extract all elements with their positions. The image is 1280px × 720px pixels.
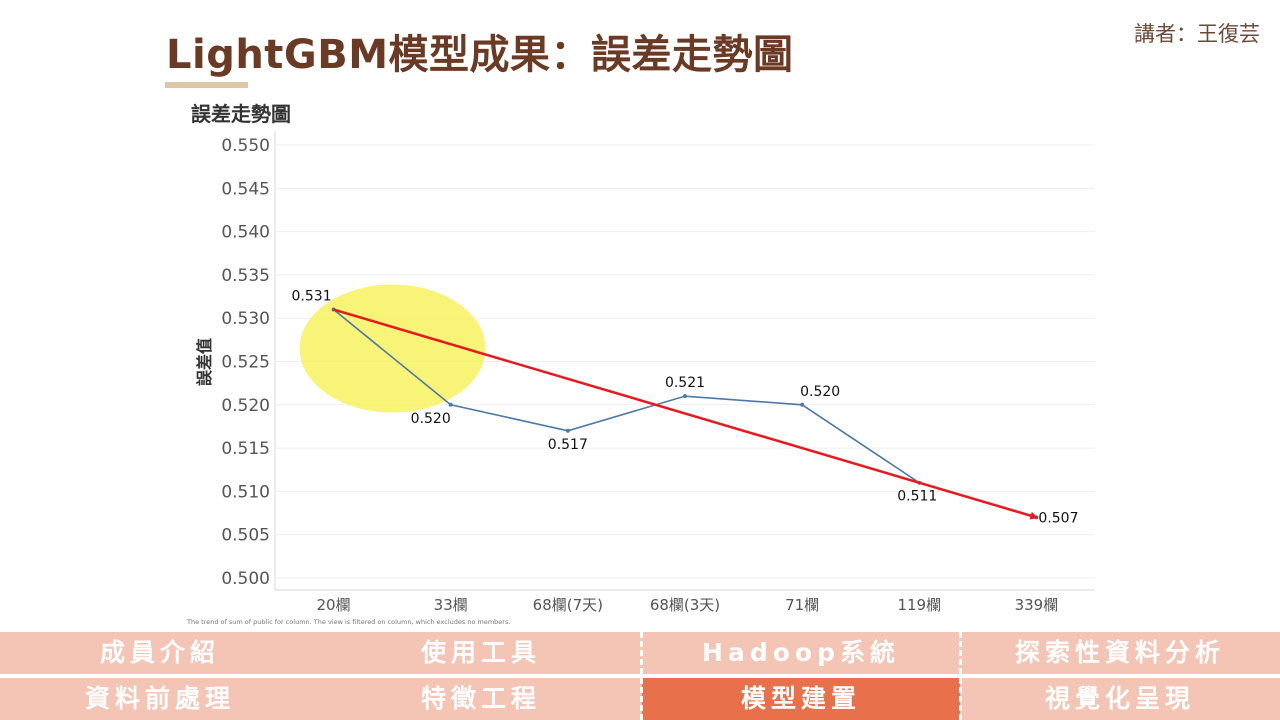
data-point [683,394,687,399]
x-tick-label: 33欄 [434,596,468,614]
data-label: 0.511 [897,489,937,505]
x-tick-label: 71欄 [785,596,819,614]
data-label: 0.520 [800,384,840,400]
data-label: 0.520 [411,411,451,427]
nav-item-bottom-2[interactable]: 特徵工程 [320,678,642,720]
data-label: 0.521 [665,375,705,391]
data-point [800,402,805,407]
x-tick-label: 68欄(7天) [533,596,603,614]
y-tick-label: 0.525 [221,353,270,373]
data-label: 0.517 [548,437,588,453]
x-tick-label: 20欄 [317,596,351,614]
nav-item-bottom-4[interactable]: 視覺化呈現 [960,678,1280,720]
x-tick-label: 339欄 [1015,596,1059,614]
data-label: 0.531 [292,289,332,305]
nav-separator [640,632,643,674]
y-tick-label: 0.530 [221,309,270,329]
y-tick-label: 0.535 [221,266,270,286]
nav-item-top-4[interactable]: 探索性資料分析 [960,632,1280,674]
y-axis-label: 誤差值 [195,338,214,386]
nav-item-top-3[interactable]: Hadoop系統 [642,632,960,674]
y-tick-label: 0.540 [221,223,270,243]
nav-item-top-1[interactable]: 成員介紹 [0,632,320,674]
nav-item-bottom-1[interactable]: 資料前處理 [0,678,320,720]
y-tick-label: 0.515 [221,439,270,459]
nav-separator [640,678,643,720]
y-tick-label: 0.510 [221,482,270,502]
nav-item-top-2[interactable]: 使用工具 [320,632,642,674]
x-tick-label: 68欄(3天) [650,596,720,614]
error-trend-chart: 0.500 0.505 0.510 0.515 0.520 0.525 0.530 0.535… [195,131,1095,614]
y-tick-label: 0.550 [221,136,270,156]
data-label: 0.507 [1038,510,1078,526]
y-tick-label: 0.520 [221,396,270,416]
nav-separator [959,632,962,674]
data-point [448,402,453,407]
y-tick-label: 0.545 [221,179,270,199]
x-tick-label: 119欄 [897,596,941,614]
y-tick-label: 0.500 [221,569,270,589]
nav-row-1: 成員介紹 使用工具 Hadoop系統 探索性資料分析 [0,632,1280,674]
chart-footnote: The trend of sum of public for column. T… [187,618,511,626]
data-point [565,428,570,433]
nav-row-2: 資料前處理 特徵工程 模型建置 視覺化呈現 [0,678,1280,720]
y-tick-label: 0.505 [221,526,270,546]
nav-separator [959,678,962,720]
nav-item-bottom-3[interactable]: 模型建置 [642,678,960,720]
